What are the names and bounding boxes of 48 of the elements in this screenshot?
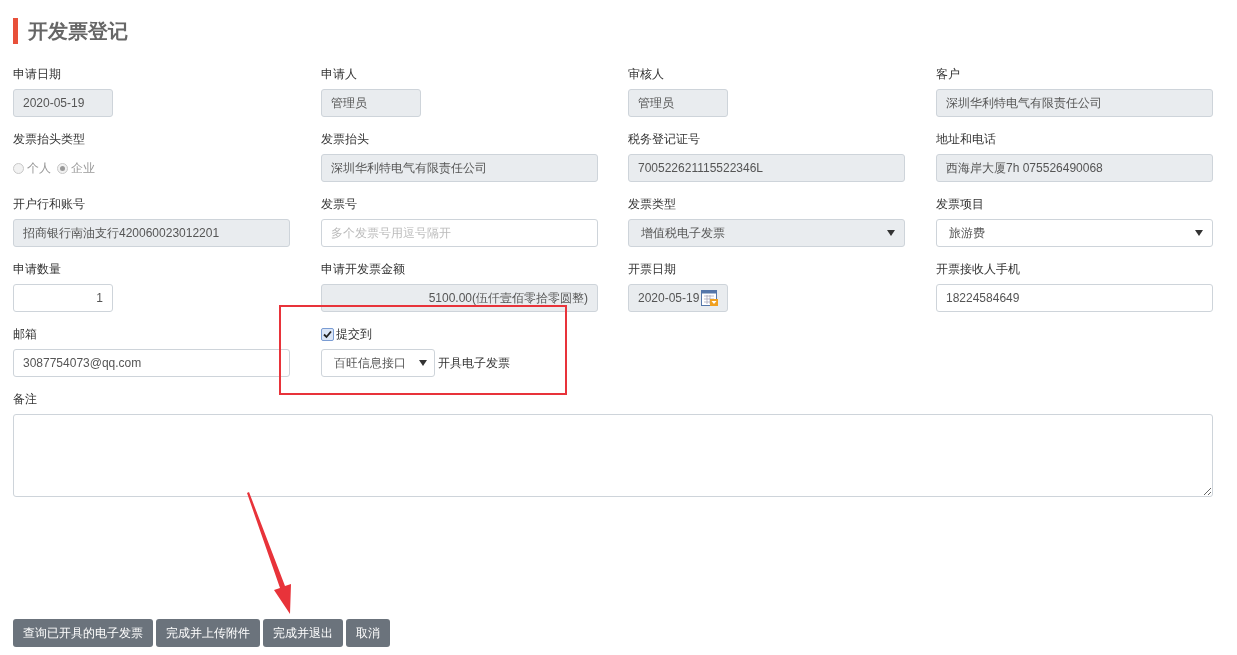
input-field[interactable]: 管理员: [321, 89, 421, 117]
field-label: 地址和电话: [936, 132, 997, 147]
input-field[interactable]: 多个发票号用逗号隔开: [321, 219, 598, 247]
field-label: 发票号: [321, 197, 358, 212]
caret-icon: [419, 360, 427, 366]
field-label: 客户: [936, 67, 961, 82]
field-label: 发票抬头: [321, 132, 370, 147]
field-label: 税务登记证号: [628, 132, 701, 147]
field-label: 发票抬头类型: [13, 132, 86, 147]
calendar-icon[interactable]: [701, 289, 719, 307]
input-field[interactable]: 3087754073@qq.com: [13, 349, 290, 377]
input-field[interactable]: 5100.00(伍仟壹佰零拾零圆整): [321, 284, 598, 312]
field-label: 邮箱: [13, 327, 38, 342]
input-field[interactable]: 深圳华利特电气有限责任公司: [936, 89, 1213, 117]
field-label: 备注: [13, 392, 38, 407]
input-field[interactable]: 1: [13, 284, 113, 312]
submit-checkbox[interactable]: 提交到: [321, 327, 628, 342]
action-button[interactable]: 取消: [346, 619, 390, 647]
field-label: 发票类型: [628, 197, 677, 212]
select-field[interactable]: 增值税电子发票: [628, 219, 905, 247]
field-label: 发票项目: [936, 197, 985, 212]
input-field[interactable]: 深圳华利特电气有限责任公司: [321, 154, 598, 182]
field-label: 申请日期: [13, 67, 62, 82]
input-field[interactable]: 18224584649: [936, 284, 1213, 312]
field-label: 申请数量: [13, 262, 62, 277]
select-field[interactable]: 百旺信息接口: [321, 349, 435, 377]
field-label: 申请人: [321, 67, 358, 82]
select-field[interactable]: 旅游费: [936, 219, 1213, 247]
page-title: 开发票登记: [28, 19, 128, 44]
input-field[interactable]: 招商银行南油支行420060023012201: [13, 219, 290, 247]
input-field[interactable]: 700522621115522346L: [628, 154, 905, 182]
date-field[interactable]: 2020-05-19: [628, 284, 728, 312]
title-accent-bar: [13, 18, 18, 44]
submit-suffix-text: 开具电子发票: [438, 355, 510, 372]
field-label: 开户行和账号: [13, 197, 86, 212]
caret-icon: [1195, 230, 1203, 236]
action-button[interactable]: 完成并上传附件: [156, 619, 260, 647]
field-label: 审核人: [628, 67, 665, 82]
field-label: 开票接收人手机: [936, 262, 1021, 277]
input-field[interactable]: 西海岸大厦7h 075526490068: [936, 154, 1213, 182]
input-field[interactable]: 管理员: [628, 89, 728, 117]
input-field[interactable]: 2020-05-19: [13, 89, 113, 117]
field-label: 开票日期: [628, 262, 677, 277]
caret-icon: [887, 230, 895, 236]
action-button[interactable]: 查询已开具的电子发票: [13, 619, 153, 647]
action-button[interactable]: 完成并退出: [263, 619, 343, 647]
field-label: 申请开发票金额: [321, 262, 406, 277]
remarks-field[interactable]: [13, 414, 1213, 497]
